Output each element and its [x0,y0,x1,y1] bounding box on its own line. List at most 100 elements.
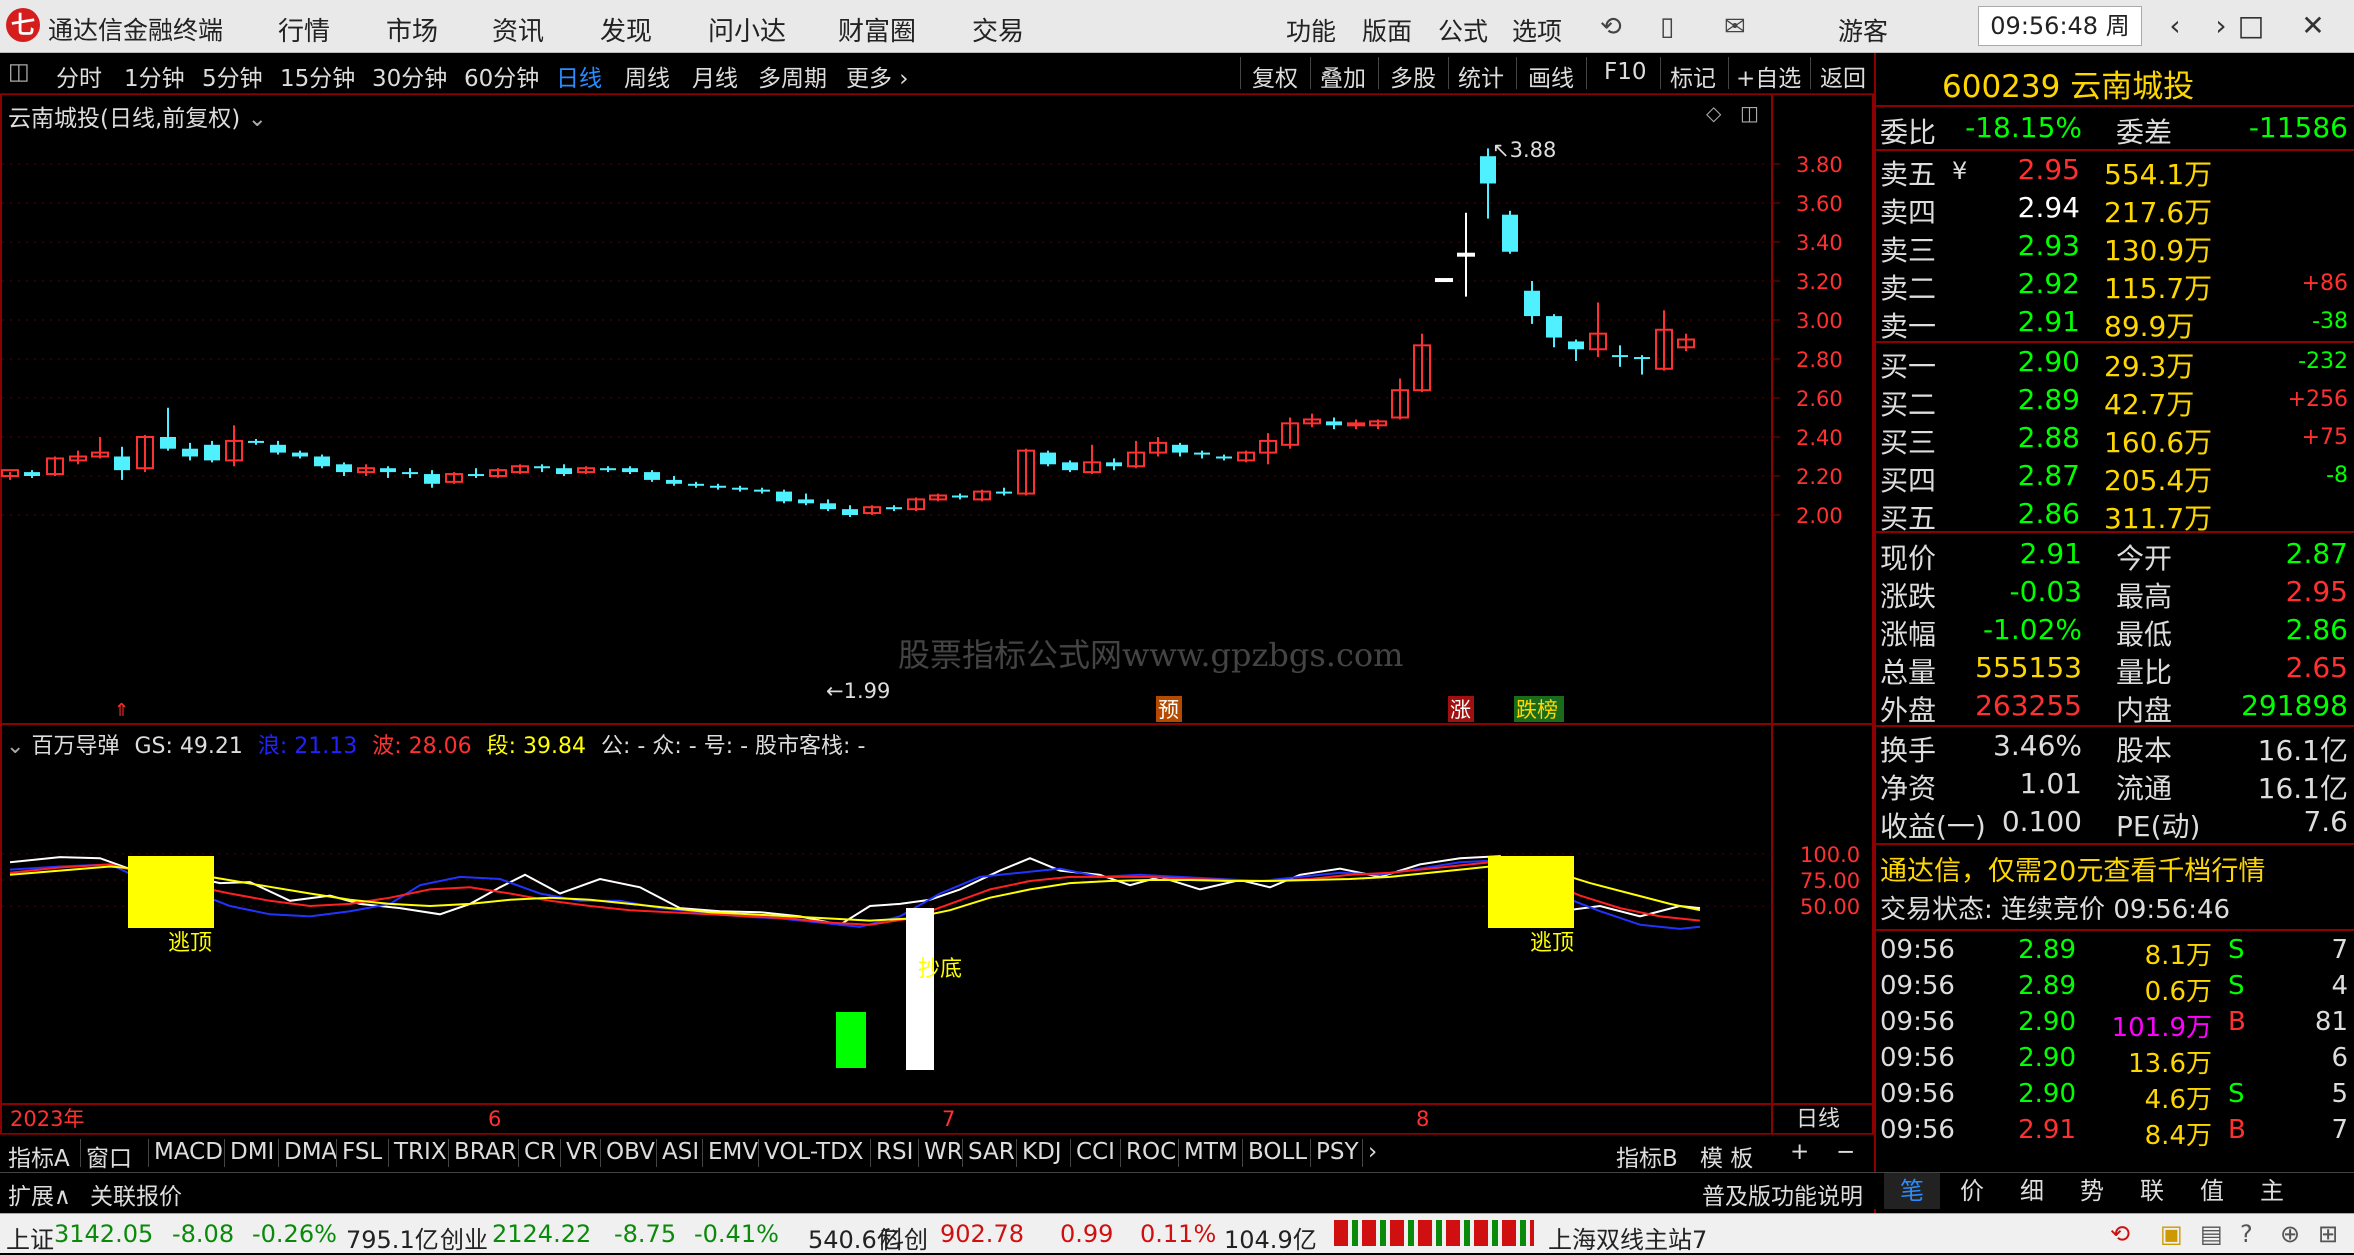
message-icon[interactable]: ▤ [2200,1220,2223,1248]
orderbook-price[interactable]: 2.93 [1976,229,2080,262]
indicator-tab[interactable]: EMV [708,1139,758,1165]
period-multi[interactable]: 多周期 [758,59,827,93]
period-1min[interactable]: 1分钟 [124,59,185,93]
mail-icon[interactable]: ✉ [1724,12,1746,42]
menu-market[interactable]: 市场 [386,11,438,48]
indicator-tab[interactable]: KDJ [1022,1139,1062,1165]
diamond-icon[interactable]: ◇ [1706,101,1722,125]
indicator-tab[interactable]: RSI [876,1139,913,1165]
sidebar-toggle-icon[interactable]: ◫ [8,59,30,85]
quote-tab[interactable]: 联 [2124,1173,2180,1209]
help-icon[interactable]: ? [2240,1220,2253,1248]
orderbook-price[interactable]: 2.94 [1976,191,2080,224]
grid-icon[interactable]: ⊞ [2318,1220,2338,1248]
menu-layout[interactable]: 版面 [1362,12,1412,48]
indicator-tab-right[interactable]: 模 板 [1700,1139,1753,1173]
menu-trade[interactable]: 交易 [972,11,1024,48]
indicator-tab[interactable]: ROC [1126,1139,1176,1165]
period-more[interactable]: 更多 › [846,59,909,93]
indicator-tab[interactable]: PSY [1316,1139,1359,1165]
back-icon[interactable]: ‹ [2150,6,2200,46]
quote-tab[interactable]: 笔 [1884,1173,1940,1209]
connection-icon[interactable]: ⟲ [2110,1220,2130,1248]
period-30min[interactable]: 30分钟 [372,59,447,93]
orderbook-price[interactable]: 2.92 [1976,267,2080,300]
lock-icon[interactable]: ▣ [2160,1220,2183,1248]
panel-toggle-icon[interactable]: ◫ [1740,101,1759,125]
pin-icon[interactable]: ⊕ [2280,1220,2300,1248]
event-marker-icon[interactable]: ⇑ [114,700,129,721]
cy-index[interactable]: 2124.22 [492,1220,591,1248]
period-weekly[interactable]: 周线 [624,59,670,93]
refresh-icon[interactable]: ⟲ [1600,12,1622,42]
menu-discover[interactable]: 发现 [600,11,652,48]
action-add-favorite[interactable]: +自选 [1736,59,1801,93]
maximize-icon[interactable]: □ [2226,6,2276,46]
indicator-tab[interactable]: ASI [662,1139,699,1165]
period-daily[interactable]: 日线 [556,59,602,93]
period-tick[interactable]: 分时 [56,59,102,93]
edition-help-link[interactable]: 普及版功能说明 [1702,1177,1863,1211]
menu-quotes[interactable]: 行情 [278,11,330,48]
period-5min[interactable]: 5分钟 [202,59,263,93]
action-return[interactable]: 返回 [1820,59,1866,93]
menu-ask[interactable]: 问小达 [708,11,786,48]
indicator-name[interactable]: 百万导弹 [31,734,119,759]
menu-news[interactable]: 资讯 [492,11,544,48]
indicator-tab[interactable]: BOLL [1248,1139,1307,1165]
period-monthly[interactable]: 月线 [692,59,738,93]
indicator-tab[interactable]: CCI [1076,1139,1115,1165]
chart-area[interactable]: 3.80 3.60 3.40 3.20 3.00 2.80 2.60 2.40 2.20 2.00… [0,94,1874,1134]
chevron-right-icon[interactable]: › [1368,1139,1377,1165]
indicator-tab[interactable]: DMA [284,1139,337,1165]
quote-tab[interactable]: 主 [2244,1173,2300,1209]
quote-tab[interactable]: 细 [2004,1173,2060,1209]
promo-text[interactable]: 通达信，仅需20元查看千档行情 [1880,849,2265,888]
indicator-tab[interactable]: BRAR [454,1139,517,1165]
action-multi-stock[interactable]: 多股 [1390,59,1436,93]
chart-title[interactable]: 云南城投(日线,前复权) ⌄ [8,99,267,133]
quote-tab[interactable]: 价 [1944,1173,2000,1209]
indicator-tab[interactable]: OBV [606,1139,655,1165]
indicator-tab[interactable]: CR [524,1139,556,1165]
orderbook-price[interactable]: 2.91 [1976,305,2080,338]
indicator-tab[interactable]: FSL [342,1139,382,1165]
indicator-tab[interactable]: 窗口 [86,1139,132,1173]
action-stats[interactable]: 统计 [1458,59,1504,93]
indicator-tab[interactable]: MACD [154,1139,223,1165]
indicator-tab[interactable]: MTM [1184,1139,1238,1165]
indicator-tab-right[interactable]: + [1790,1139,1809,1165]
related-quotes-button[interactable]: 关联报价 [90,1177,182,1211]
orderbook-price[interactable]: 2.95 [1976,153,2080,186]
indicator-tab[interactable]: VOL-TDX [764,1139,864,1165]
orderbook-price[interactable]: 2.89 [1976,383,2080,416]
action-draw[interactable]: 画线 [1528,59,1574,93]
orderbook-price[interactable]: 2.90 [1976,345,2080,378]
indicator-menu-icon[interactable]: ⌄ [6,734,24,759]
indicator-tab[interactable]: VR [566,1139,598,1165]
action-f10[interactable]: F10 [1604,59,1647,85]
indicator-tab[interactable]: TRIX [394,1139,447,1165]
phone-icon[interactable]: ▯ [1660,12,1674,42]
orderbook-price[interactable]: 2.88 [1976,421,2080,454]
indicator-tab-right[interactable]: − [1836,1139,1855,1165]
action-mark[interactable]: 标记 [1670,59,1716,93]
user-label[interactable]: 游客 [1838,12,1888,48]
orderbook-price[interactable]: 2.86 [1976,497,2080,530]
period-15min[interactable]: 15分钟 [280,59,355,93]
indicator-tab[interactable]: SAR [968,1139,1015,1165]
server-name[interactable]: 上海双线主站7 [1548,1220,1707,1255]
kc-index[interactable]: 902.78 [940,1220,1024,1248]
expand-button[interactable]: 扩展∧ [8,1177,71,1211]
action-overlay[interactable]: 叠加 [1320,59,1366,93]
menu-options[interactable]: 选项 [1512,12,1562,48]
menu-wealth[interactable]: 财富圈 [838,11,916,48]
indicator-tab[interactable]: 指标A [8,1139,70,1173]
indicator-tab-right[interactable]: 指标B [1616,1139,1678,1173]
menu-function[interactable]: 功能 [1286,12,1336,48]
menu-formula[interactable]: 公式 [1438,12,1488,48]
close-icon[interactable]: ✕ [2288,6,2338,46]
indicator-tab[interactable]: DMI [230,1139,274,1165]
sh-index[interactable]: 3142.05 [54,1220,153,1248]
quote-tab[interactable]: 值 [2184,1173,2240,1209]
